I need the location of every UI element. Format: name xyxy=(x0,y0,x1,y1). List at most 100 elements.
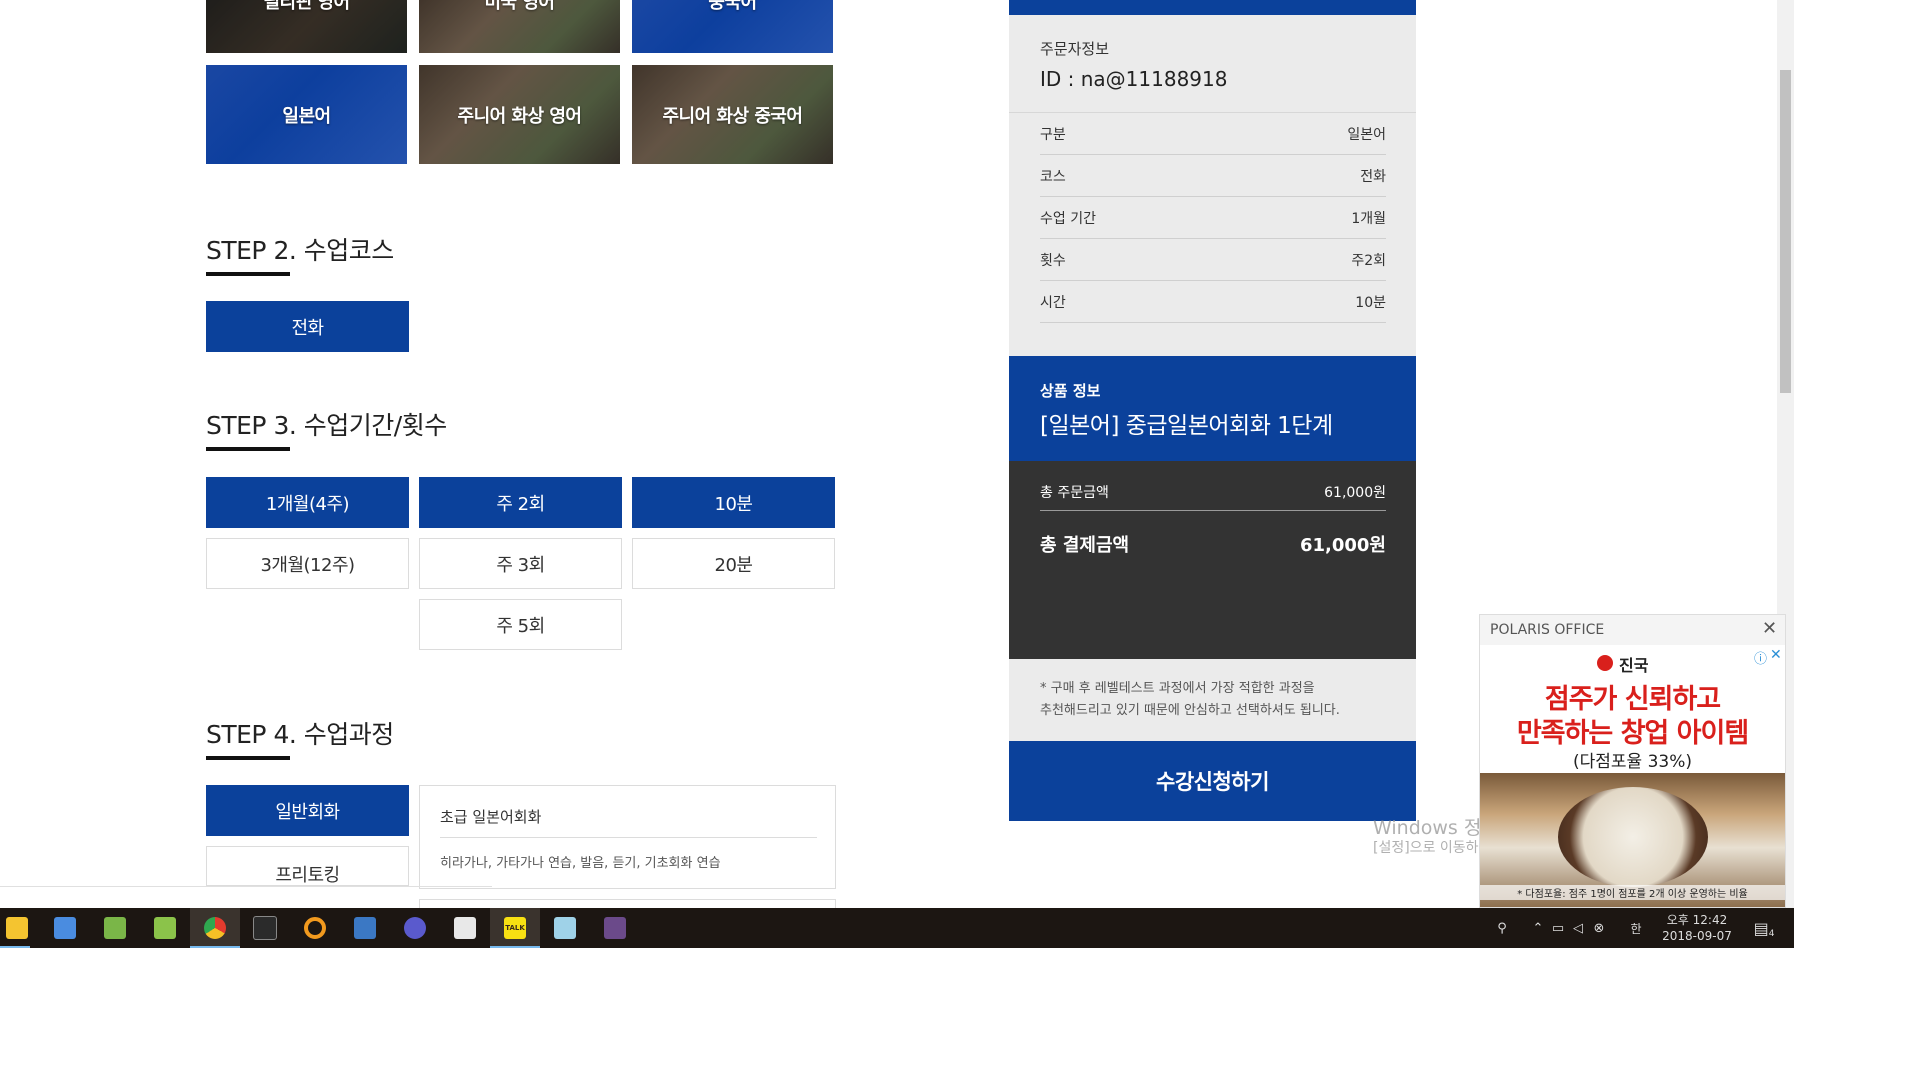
course-divider xyxy=(440,837,817,838)
search-app-icon[interactable] xyxy=(290,908,340,948)
detail-value: 주2회 xyxy=(1351,252,1386,269)
step-name: 수업기간/횟수 xyxy=(303,411,447,440)
scrollbar-thumb[interactable] xyxy=(1780,70,1791,393)
tile-philippine-english[interactable]: 필리핀 영어 xyxy=(206,0,407,53)
detail-row: 시간 10분 xyxy=(1040,281,1386,323)
category-freetalking-button[interactable]: 프리토킹 xyxy=(206,846,409,886)
note-line-2: 추천해드리고 있기 때문에 안심하고 선택하셔도 됩니다. xyxy=(1040,703,1340,718)
active-indicator xyxy=(0,946,30,948)
total-order-value: 61,000원 xyxy=(1324,485,1386,501)
tile-japanese[interactable]: 일본어 xyxy=(206,65,407,164)
tile-junior-video-english[interactable]: 주니어 화상 영어 xyxy=(419,65,620,164)
info-icon[interactable]: ⓘ xyxy=(1754,648,1767,667)
category-general-button[interactable]: 일반회화 xyxy=(206,785,409,836)
mail-icon[interactable] xyxy=(440,908,490,948)
chevron-up-icon[interactable]: ⌃ xyxy=(1528,908,1548,948)
tile-junior-video-chinese[interactable]: 주니어 화상 중국어 xyxy=(632,65,833,164)
total-pay-label: 총 결제금액 xyxy=(1040,535,1130,556)
chrome-icon[interactable] xyxy=(190,908,240,948)
notepad-icon[interactable] xyxy=(540,908,590,948)
order-total: 총 주문금액 61,000원 총 결제금액 61,000원 xyxy=(1009,461,1416,659)
count-5-button[interactable]: 주 5회 xyxy=(419,599,622,650)
step4-title: STEP 4. 수업과정 xyxy=(206,715,394,760)
tile-label: 일본어 xyxy=(282,105,331,127)
sheet-icon[interactable] xyxy=(140,908,190,948)
count-3-button[interactable]: 주 3회 xyxy=(419,538,622,589)
volume-muted-icon[interactable]: ◁ xyxy=(1568,908,1588,948)
course-option-card[interactable]: 초급 일본어회화 히라가나, 가타가나 연습, 발음, 듣기, 기초회화 연습 xyxy=(419,785,836,889)
order-note: * 구매 후 레벨테스트 과정에서 가장 적합한 과정을 추천해드리고 있기 때… xyxy=(1009,659,1416,741)
ie-icon[interactable] xyxy=(390,908,440,948)
ad-close-icon[interactable]: ✕ xyxy=(1770,647,1782,663)
kakaotalk-icon[interactable]: TALK xyxy=(490,908,540,948)
overlay-edge xyxy=(0,886,492,887)
tile-label: 필리핀 영어 xyxy=(263,0,350,13)
tile-label: 주니어 화상 영어 xyxy=(457,105,582,127)
order-details: 구분 일본어 코스 전화 수업 기간 1개월 횟수 주2회 시간 10분 xyxy=(1009,112,1416,357)
tile-label: 주니어 화상 중국어 xyxy=(662,105,803,127)
course-phone-button[interactable]: 전화 xyxy=(206,301,409,352)
ad-header-title: POLARIS OFFICE xyxy=(1490,622,1605,638)
server-icon[interactable] xyxy=(90,908,140,948)
ad-popup[interactable]: POLARIS OFFICE ✕ ⓘ ✕ 진국 점주가 신뢰하고 만족하는 창업… xyxy=(1479,614,1786,908)
period-1month-button[interactable]: 1개월(4주) xyxy=(206,477,409,528)
total-order-label: 총 주문금액 xyxy=(1040,485,1109,501)
active-indicator xyxy=(490,946,540,948)
ad-subtitle: (다점포율 33%) xyxy=(1572,752,1692,772)
step-name: 수업코스 xyxy=(303,236,395,265)
product-info: 상품 정보 [일본어] 중급일본어회화 1단계 xyxy=(1009,356,1416,461)
tile-label: 미국 영어 xyxy=(484,0,555,13)
tile-chinese[interactable]: 중국어 xyxy=(632,0,833,53)
game-icon[interactable] xyxy=(590,908,640,948)
user-id: ID : na@11188918 xyxy=(1040,67,1228,91)
ad-footnote: * 다점포율: 점주 1명이 점포를 2개 이상 운영하는 비율 xyxy=(1480,885,1785,900)
note-line-1: * 구매 후 레벨테스트 과정에서 가장 적합한 과정을 xyxy=(1040,681,1315,696)
total-divider xyxy=(1040,510,1386,511)
course-option-card-next[interactable] xyxy=(419,899,836,908)
step2-title: STEP 2. 수업코스 xyxy=(206,231,395,276)
enroll-submit-button[interactable]: 수강신청하기 xyxy=(1009,741,1416,821)
brand-logo-icon xyxy=(1597,655,1613,671)
course-description: 히라가나, 가타가나 연습, 발음, 듣기, 기초회화 연습 xyxy=(440,856,721,871)
store-icon[interactable] xyxy=(40,908,90,948)
folder-icon[interactable] xyxy=(0,908,42,948)
ime-indicator[interactable]: 한 xyxy=(1626,908,1646,948)
tile-us-english[interactable]: 미국 영어 xyxy=(419,0,620,53)
active-indicator xyxy=(190,946,240,948)
detail-row: 구분 일본어 xyxy=(1040,113,1386,155)
detail-row: 수업 기간 1개월 xyxy=(1040,197,1386,239)
terminal-icon[interactable] xyxy=(240,908,290,948)
step-number: STEP 3. xyxy=(206,411,297,440)
step-number: STEP 4. xyxy=(206,720,297,749)
app-icon[interactable] xyxy=(340,908,390,948)
people-icon[interactable]: ⚲ xyxy=(1490,908,1514,948)
ad-brand: 진국 xyxy=(1619,656,1649,675)
clock-date: 2018-09-07 xyxy=(1662,929,1732,943)
period-3month-button[interactable]: 3개월(12주) xyxy=(206,538,409,589)
network-icon[interactable]: ▭ xyxy=(1548,908,1568,948)
notification-count: 4 xyxy=(1768,929,1775,939)
detail-value: 1개월 xyxy=(1351,210,1386,227)
close-icon[interactable]: ✕ xyxy=(1762,618,1777,639)
detail-row: 코스 전화 xyxy=(1040,155,1386,197)
kakaotalk-label: TALK xyxy=(504,917,526,939)
detail-value: 10분 xyxy=(1355,294,1386,311)
detail-label: 수업 기간 xyxy=(1040,210,1096,227)
notification-icon[interactable]: ▤ 4 xyxy=(1744,908,1784,948)
time-20-button[interactable]: 20분 xyxy=(632,538,835,589)
time-10-button[interactable]: 10분 xyxy=(632,477,835,528)
step-underline xyxy=(206,447,290,451)
course-title: 초급 일본어회화 xyxy=(440,808,542,826)
product-name: [일본어] 중급일본어회화 1단계 xyxy=(1040,413,1333,439)
clock-time: 오후 12:42 xyxy=(1666,913,1728,927)
product-label: 상품 정보 xyxy=(1040,382,1101,400)
user-label: 주문자정보 xyxy=(1040,40,1110,58)
detail-value: 일본어 xyxy=(1347,126,1386,143)
step-number: STEP 2. xyxy=(206,236,297,265)
count-2-button[interactable]: 주 2회 xyxy=(419,477,622,528)
clock[interactable]: 오후 12:42 2018-09-07 xyxy=(1652,908,1742,948)
step3-title: STEP 3. 수업기간/횟수 xyxy=(206,406,447,451)
error-icon[interactable]: ⊗ xyxy=(1589,908,1609,948)
total-pay-value: 61,000원 xyxy=(1299,535,1386,556)
order-user-section: 주문자정보 ID : na@11188918 xyxy=(1009,15,1416,112)
